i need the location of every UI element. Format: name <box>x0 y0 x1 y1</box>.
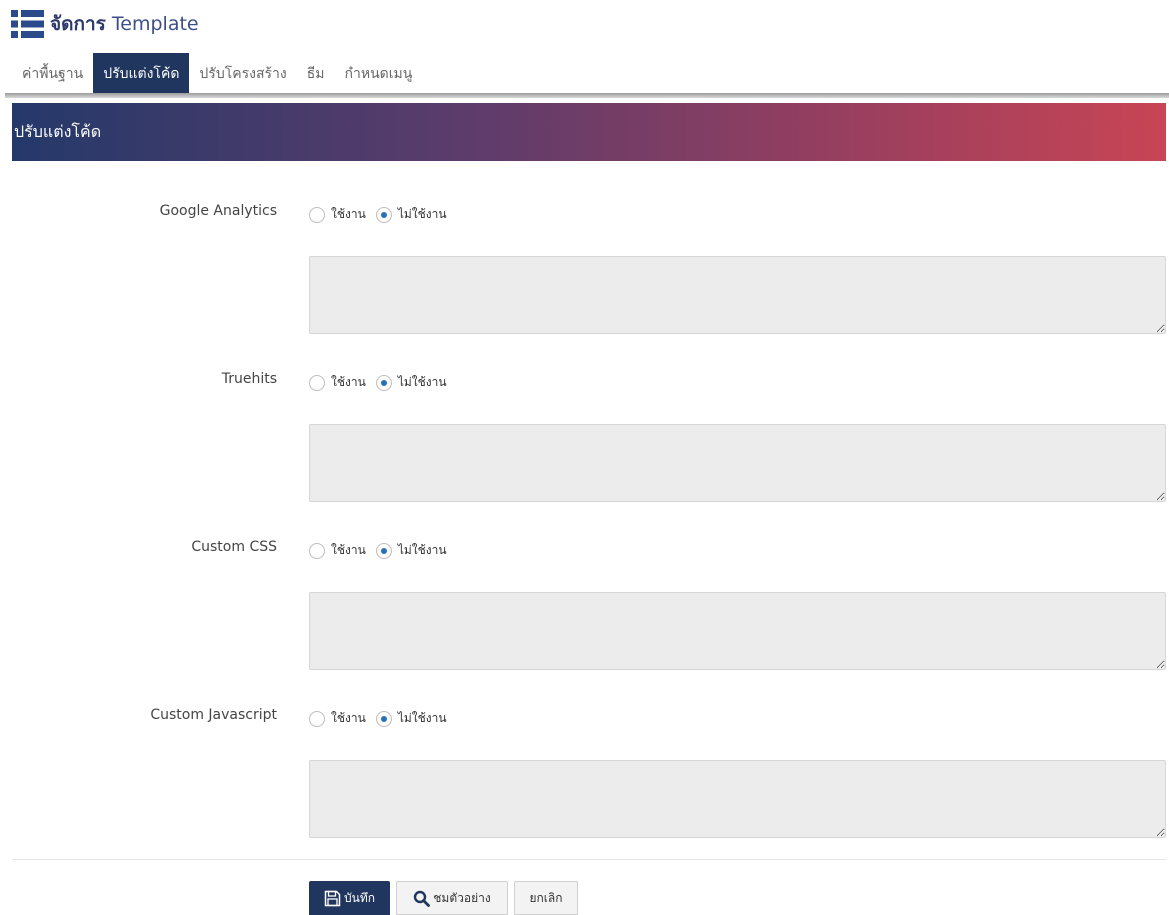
custom-css-code-textarea[interactable] <box>309 592 1166 670</box>
radio-selected-dot <box>380 715 387 722</box>
tab-code[interactable]: ปรับแต่งโค้ด <box>93 53 190 94</box>
custom-javascript-label: Custom Javascript <box>150 707 277 723</box>
tab-menu[interactable]: กำหนดเมนู <box>335 53 423 94</box>
tab-bar: ค่าพื้นฐาน ปรับแต่งโค้ด ปรับโครงสร้าง ธี… <box>12 53 422 94</box>
list-icon <box>11 10 44 38</box>
tab-structure[interactable]: ปรับโครงสร้าง <box>189 53 296 94</box>
custom-javascript-disable-radio[interactable] <box>375 710 392 727</box>
truehits-code-textarea[interactable] <box>309 424 1166 502</box>
footer-divider <box>12 859 1166 860</box>
custom-css-enable-radio[interactable] <box>309 542 325 559</box>
save-icon <box>324 890 341 906</box>
radio-selected-dot <box>380 379 387 386</box>
truehits-enable-radio[interactable] <box>309 374 325 391</box>
save-button-label: บันทึก <box>344 890 375 905</box>
custom-css-disable-radio[interactable] <box>375 542 392 559</box>
google-analytics-radio-group: ใช้งาน ไม่ใช้งาน <box>309 205 457 224</box>
preview-button-label: ชมตัวอย่าง <box>433 890 491 905</box>
page-title-light: Template <box>111 13 199 35</box>
custom-javascript-radio-group: ใช้งาน ไม่ใช้งาน <box>309 709 457 728</box>
truehits-label: Truehits <box>221 371 277 387</box>
search-icon <box>414 890 431 907</box>
google-analytics-disable-radio[interactable] <box>375 206 392 223</box>
google-analytics-code-textarea[interactable] <box>309 256 1166 334</box>
cancel-button-label: ยกเลิก <box>529 890 563 905</box>
radio-label-disable: ไม่ใช้งาน <box>397 543 447 557</box>
custom-css-label: Custom CSS <box>191 539 277 555</box>
page-title-strong: จัดการ <box>50 13 106 35</box>
google-analytics-label: Google Analytics <box>159 203 277 219</box>
radio-label-enable: ใช้งาน <box>331 375 366 389</box>
radio-label-disable: ไม่ใช้งาน <box>397 207 447 221</box>
tab-basic[interactable]: ค่าพื้นฐาน <box>12 53 93 94</box>
custom-css-radio-group: ใช้งาน ไม่ใช้งาน <box>309 541 457 560</box>
page-header: จัดการ Template <box>11 9 199 39</box>
truehits-disable-radio[interactable] <box>375 374 392 391</box>
tabs-divider <box>5 93 1169 98</box>
custom-javascript-code-textarea[interactable] <box>309 760 1166 838</box>
radio-selected-dot <box>380 211 387 218</box>
tab-theme[interactable]: ธีม <box>297 53 335 94</box>
radio-selected-dot <box>380 547 387 554</box>
radio-label-enable: ใช้งาน <box>331 711 366 725</box>
section-header: ปรับแต่งโค้ด <box>12 103 1166 161</box>
radio-label-enable: ใช้งาน <box>331 543 366 557</box>
google-analytics-enable-radio[interactable] <box>309 206 325 223</box>
radio-label-enable: ใช้งาน <box>331 207 366 221</box>
radio-label-disable: ไม่ใช้งาน <box>397 375 447 389</box>
page-title: จัดการ Template <box>50 9 199 39</box>
cancel-button[interactable]: ยกเลิก <box>514 881 578 915</box>
truehits-radio-group: ใช้งาน ไม่ใช้งาน <box>309 373 457 392</box>
section-title: ปรับแต่งโค้ด <box>14 121 102 141</box>
radio-label-disable: ไม่ใช้งาน <box>397 711 447 725</box>
save-button[interactable]: บันทึก <box>309 881 390 915</box>
custom-javascript-enable-radio[interactable] <box>309 710 325 727</box>
preview-button[interactable]: ชมตัวอย่าง <box>396 881 508 915</box>
